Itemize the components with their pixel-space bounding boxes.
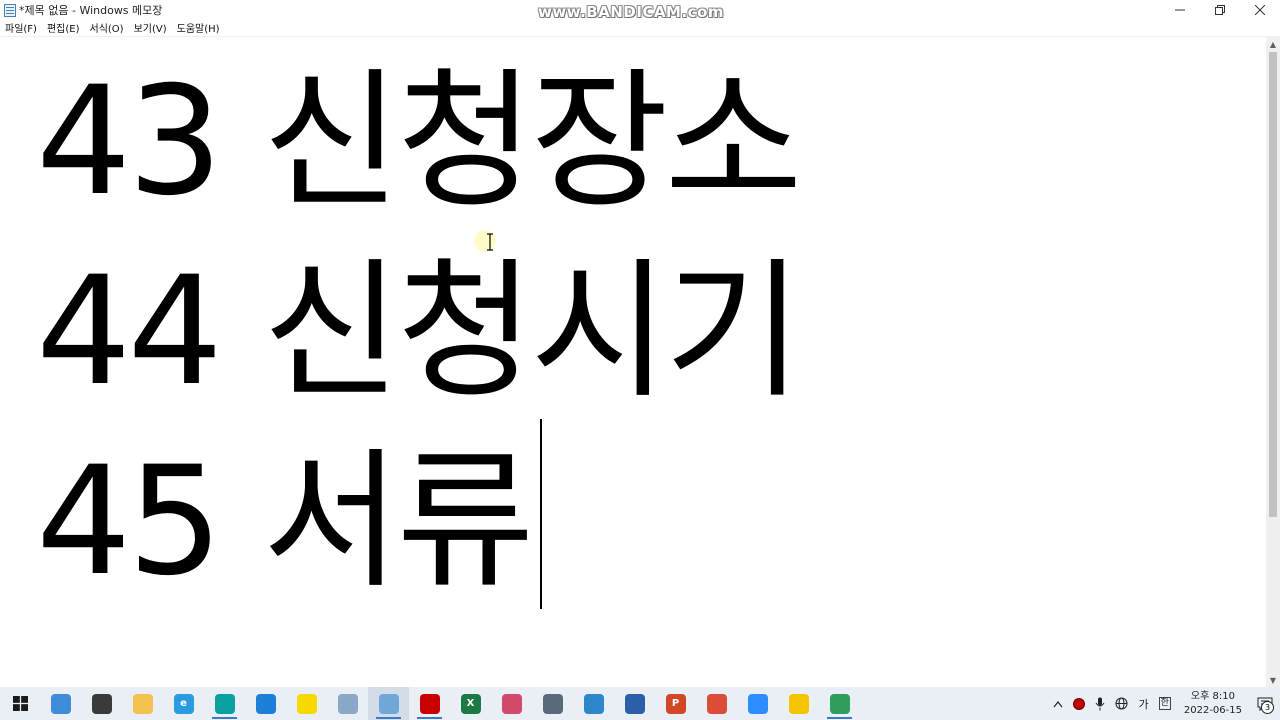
network-drive-icon	[624, 693, 645, 714]
scroll-up-arrow-icon[interactable]: ▲	[1266, 37, 1280, 51]
restore-icon	[1215, 5, 1225, 15]
calculator-icon	[542, 693, 563, 714]
taskbar-app-calculator[interactable]	[532, 687, 573, 720]
taskbar-app-powerpoint[interactable]: P	[655, 687, 696, 720]
taskbar-app-davinci-resolve[interactable]	[81, 687, 122, 720]
taskbar-app-chrome-profile[interactable]	[819, 687, 860, 720]
record-status-button[interactable]	[1068, 697, 1090, 710]
editor-line: 45 서류	[36, 435, 535, 609]
close-icon	[1255, 5, 1265, 15]
window-controls	[1160, 0, 1280, 20]
notification-center-button[interactable]: 3	[1250, 687, 1280, 720]
excel-icon: X	[460, 693, 481, 714]
notepad-app-icon[interactable]	[4, 3, 16, 17]
start-button[interactable]	[0, 687, 40, 720]
taskbar-app-bandicam-record[interactable]	[409, 687, 450, 720]
taskbar-app-video-player[interactable]	[778, 687, 819, 720]
taskbar-app-paint-brush[interactable]	[327, 687, 368, 720]
taskbar-app-edge[interactable]	[245, 687, 286, 720]
edge-icon	[255, 693, 276, 714]
scroll-down-arrow-icon[interactable]: ▼	[1266, 673, 1280, 687]
file-explorer-icon	[50, 693, 71, 714]
ime-language-label: 한	[1158, 697, 1171, 710]
microphone-icon	[1096, 697, 1105, 710]
clock-time: 오후 8:10	[1190, 690, 1235, 702]
snipping-tool-icon	[501, 693, 522, 714]
clock-date: 2022-06-15	[1183, 704, 1242, 716]
microphone-button[interactable]	[1090, 697, 1110, 711]
editor-line: 44 신청시기	[36, 245, 803, 419]
paint-brush-icon	[337, 693, 358, 714]
close-button[interactable]	[1240, 0, 1280, 20]
taskbar: e X P 가 한 오후 8:10 2022-06-15 3	[0, 687, 1280, 720]
scrollbar-thumb[interactable]	[1269, 52, 1277, 517]
text-caret	[540, 419, 542, 609]
taskbar-app-internet-explorer[interactable]: e	[163, 687, 204, 720]
taskbar-app-chrome[interactable]	[696, 687, 737, 720]
notification-count-badge: 3	[1261, 701, 1274, 714]
powerpoint-icon: P	[665, 693, 686, 714]
vertical-scrollbar[interactable]: ▲ ▼	[1266, 37, 1280, 687]
taskbar-app-kakaotalk[interactable]	[286, 687, 327, 720]
video-player-icon	[788, 693, 809, 714]
clock[interactable]: 오후 8:10 2022-06-15	[1176, 690, 1250, 718]
taskbar-app-whale-browser[interactable]	[204, 687, 245, 720]
menu-help[interactable]: 도움말(H)	[172, 20, 225, 35]
chrome-profile-icon	[829, 693, 850, 714]
menu-format[interactable]: 서식(O)	[85, 20, 129, 35]
taskbar-app-network-drive[interactable]	[614, 687, 655, 720]
text-editor[interactable]: 43 신청장소 44 신청시기 45 서류	[0, 37, 1266, 687]
taskbar-app-snipping-tool[interactable]	[491, 687, 532, 720]
taskbar-app-zoom[interactable]	[737, 687, 778, 720]
editor-line: 43 신청장소	[36, 55, 803, 229]
minimize-icon	[1175, 9, 1185, 11]
network-globe-icon	[1115, 697, 1128, 710]
davinci-resolve-icon	[91, 693, 112, 714]
taskbar-app-excel[interactable]: X	[450, 687, 491, 720]
taskbar-app-hwp[interactable]	[573, 687, 614, 720]
system-tray: 가 한 오후 8:10 2022-06-15 3	[1048, 687, 1280, 720]
internet-explorer-icon: e	[173, 693, 194, 714]
restore-button[interactable]	[1200, 0, 1240, 20]
whale-browser-icon	[214, 693, 235, 714]
taskbar-app-folder[interactable]	[122, 687, 163, 720]
ibeam-cursor-icon	[487, 233, 493, 251]
chevron-up-icon	[1054, 700, 1063, 707]
minimize-button[interactable]	[1160, 0, 1200, 20]
menu-view[interactable]: 보기(V)	[129, 20, 172, 35]
network-button[interactable]	[1110, 697, 1133, 710]
bandicam-record-icon	[419, 693, 440, 714]
folder-icon	[132, 693, 153, 714]
menu-file[interactable]: 파일(F)	[0, 20, 42, 35]
hwp-icon	[583, 693, 604, 714]
ime-mode-indicator[interactable]: 가	[1133, 696, 1153, 712]
kakaotalk-icon	[296, 693, 317, 714]
menu-bar: 파일(F) 편집(E) 서식(O) 보기(V) 도움말(H)	[0, 19, 1280, 37]
record-dot-icon	[1073, 697, 1086, 710]
taskbar-apps: eXP	[40, 687, 860, 720]
window-title: *제목 없음 - Windows 메모장	[19, 4, 163, 17]
windows-logo-icon	[12, 696, 28, 711]
menu-edit[interactable]: 편집(E)	[42, 20, 85, 35]
chrome-icon	[706, 693, 727, 714]
show-hidden-icons-button[interactable]	[1048, 700, 1068, 708]
title-bar: *제목 없음 - Windows 메모장 www.BANDICAM.com	[0, 0, 1280, 21]
taskbar-app-file-explorer[interactable]	[40, 687, 81, 720]
notepad-icon	[378, 693, 399, 714]
taskbar-app-notepad[interactable]	[368, 687, 409, 720]
zoom-icon	[747, 693, 768, 714]
ime-language-indicator[interactable]: 한	[1154, 697, 1176, 710]
